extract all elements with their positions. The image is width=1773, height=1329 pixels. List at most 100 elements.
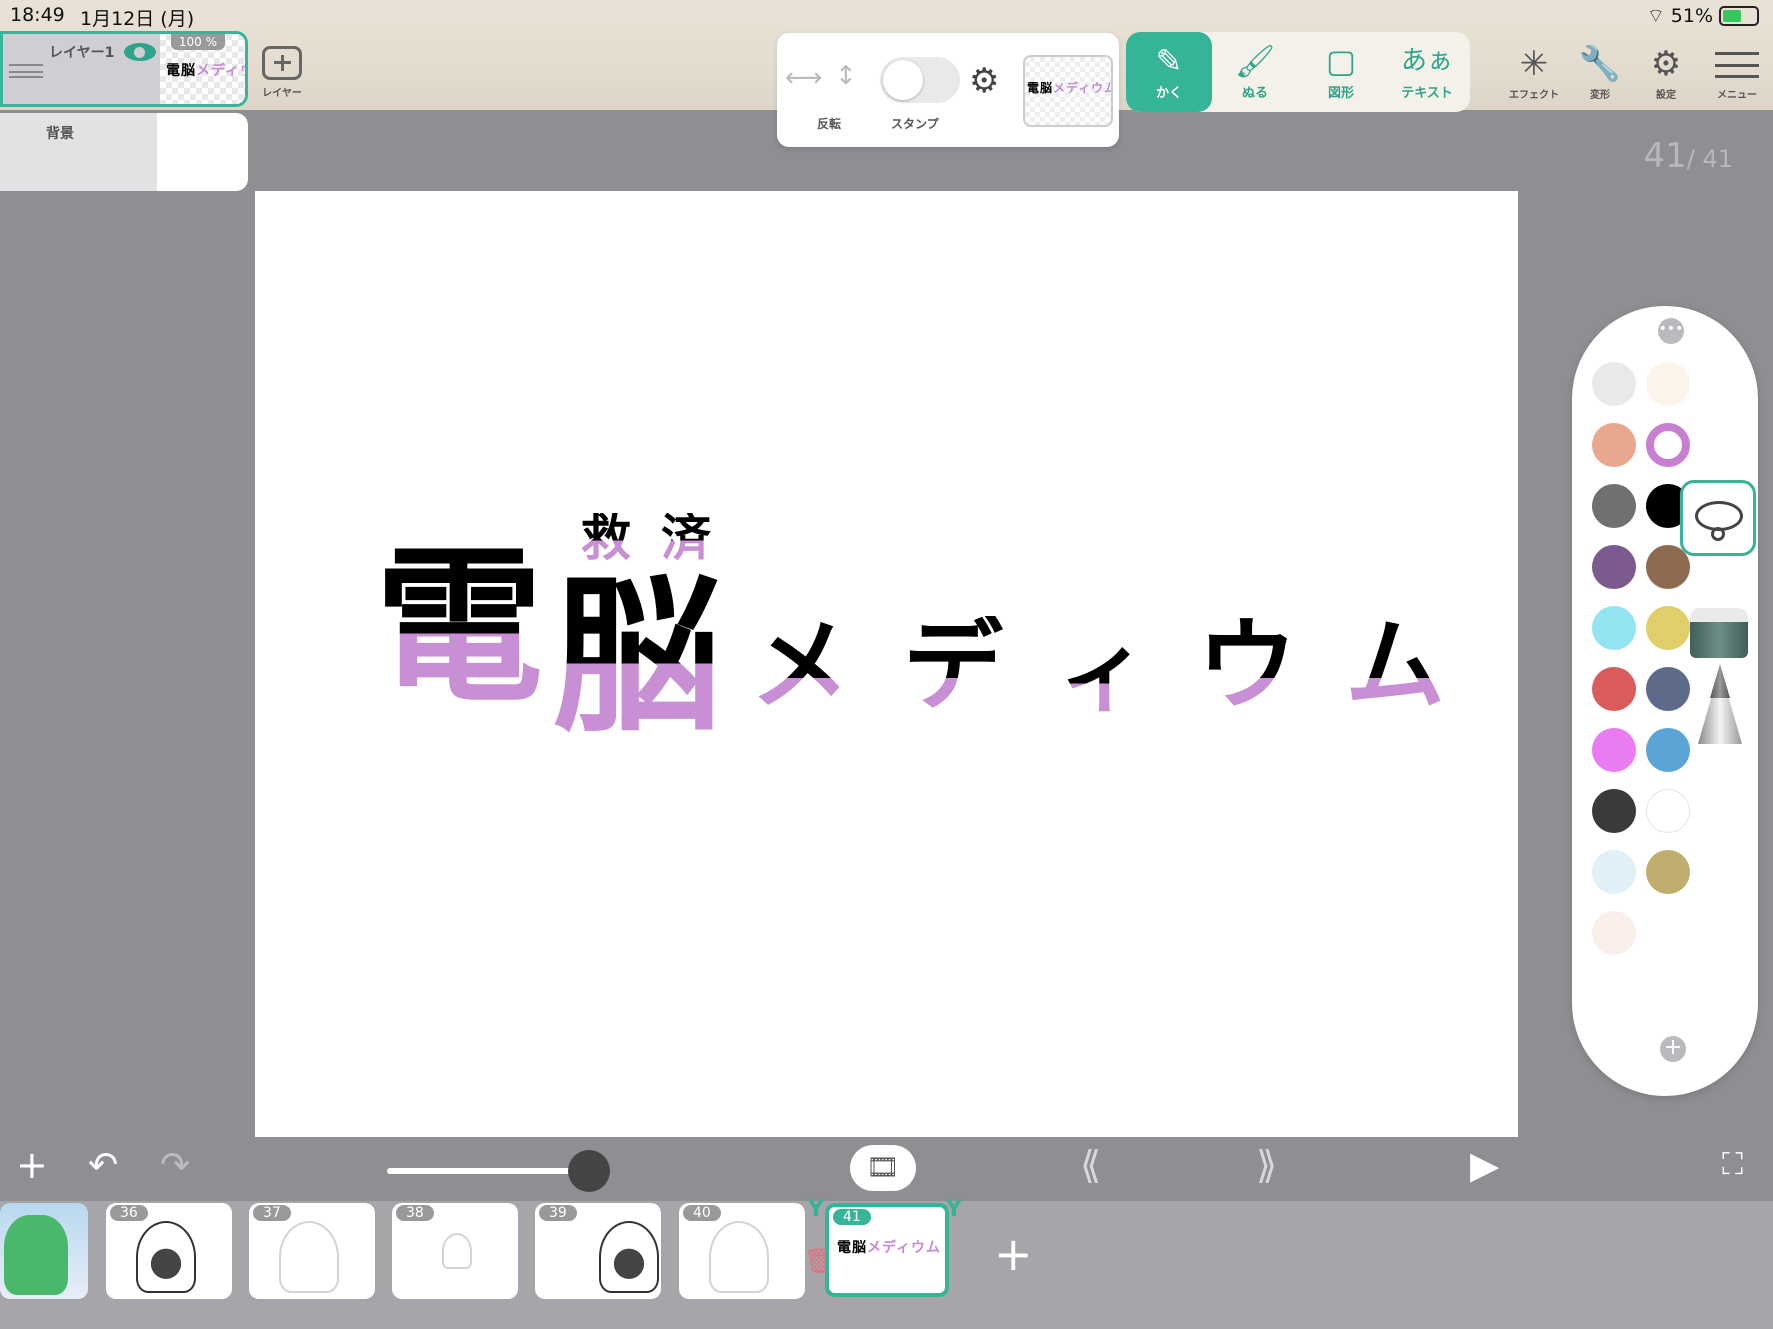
tool-text[interactable]: あぁ テキスト [1384,32,1470,112]
page-counter: 41/ 41 [1643,136,1733,176]
sparkle-icon: ✳ [1519,44,1549,84]
previous-frame-icon[interactable]: ⟪ [1080,1143,1101,1187]
drawing-canvas[interactable]: 救 済 電 脳 メ デ ィ ウ ム [255,191,1518,1137]
flip-vertical-icon[interactable]: ↕ [835,61,857,91]
layer-name: 背景 [46,126,74,142]
add-layer-icon [262,46,302,80]
play-music-icon[interactable]: ▶ [1470,1143,1499,1187]
pen-tool-button[interactable] [1696,664,1744,744]
pen-preview-text: 電脳メディウム [1027,81,1113,95]
shape-icon: ▢ [1325,42,1357,80]
pen-settings-gear-icon[interactable]: ⚙ [969,61,999,101]
menu-button[interactable]: メニュー [1707,44,1767,101]
undo-icon[interactable]: ↶ [88,1145,118,1186]
pen-preview[interactable]: 電脳メディウム [1023,55,1113,127]
layer-row-background[interactable]: 背景 [0,113,248,191]
flip-label: 反転 [817,117,842,131]
effect-label: エフェクト [1509,90,1559,101]
color-swatch[interactable] [1646,423,1690,467]
color-swatch[interactable] [1646,850,1690,894]
layer-thumbnail: 100 % 電脳メディウム [160,34,245,104]
redo-icon[interactable]: ↷ [160,1145,190,1186]
frame-thumbnail-current[interactable]: 41 電脳メディウム [825,1203,949,1297]
color-swatch[interactable] [1592,728,1636,772]
status-date: 1月12日 (月) [80,8,195,30]
tool-shape-label: 図形 [1327,86,1354,101]
title-kana: デ [903,607,1003,724]
layer-row-1[interactable]: レイヤー1 100 % 電脳メディウム [0,31,248,107]
flip-horizontal-icon[interactable]: ⟷ [785,63,822,93]
film-strip-toggle-icon[interactable]: 🎞 [850,1145,916,1191]
add-frame-button[interactable]: + [994,1227,1033,1281]
ruby-char: 済 [661,509,711,567]
title-kana: メ [750,607,850,724]
color-swatch[interactable] [1592,911,1636,955]
color-swatch[interactable] [1592,362,1636,406]
text-icon: あぁ [1400,46,1453,76]
frame-thumbnail[interactable]: 39 [535,1203,661,1299]
status-indicators: ⌔ 51% [1647,4,1759,28]
frame-strip: 36 37 38 39 40 Y 🗑 41 電脳メディウム Y + [0,1197,1773,1329]
battery-percent: 51% [1670,5,1713,27]
pen-nib-icon [1710,664,1730,698]
transform-button[interactable]: 🔧 変形 [1570,44,1630,101]
title-kana: ウ [1197,607,1297,724]
color-swatch[interactable] [1646,789,1690,833]
color-swatch[interactable] [1592,606,1636,650]
add-layer-button[interactable]: レイヤー [258,46,306,99]
eraser-tool-button[interactable] [1690,600,1748,660]
slider-knob[interactable] [568,1150,610,1192]
add-icon[interactable]: + [16,1143,48,1187]
lasso-tool-button[interactable] [1680,480,1756,556]
bottom-toolbar: + ↶ ↷ 🎞 ⟪ ⟫ ▶ ⛶ [0,1137,1773,1201]
color-palette: ••• + [1572,306,1758,1096]
onion-marker-right-icon[interactable]: Y [946,1197,962,1222]
tool-fill[interactable]: 🖌 ぬる [1212,32,1298,112]
onion-marker-left-icon[interactable]: Y [808,1197,824,1222]
color-swatch[interactable] [1592,484,1636,528]
settings-button[interactable]: ⚙ 設定 [1636,44,1696,101]
ruby-char: 救 [581,509,631,567]
title-kana: ム [1345,607,1445,724]
layer-name: レイヤー1 [49,45,115,61]
transform-label: 変形 [1590,90,1610,101]
next-frame-icon[interactable]: ⟫ [1256,1143,1277,1187]
color-swatch[interactable] [1646,606,1690,650]
frame-thumbnail[interactable]: 36 [106,1203,232,1299]
fullscreen-icon[interactable]: ⛶ [1722,1147,1743,1182]
gear-icon: ⚙ [1650,44,1682,84]
wrench-icon: 🔧 [1578,44,1622,84]
visibility-eye-icon[interactable] [124,43,156,61]
color-swatch[interactable] [1592,850,1636,894]
color-swatch[interactable] [1592,423,1636,467]
tool-shape[interactable]: ▢ 図形 [1298,32,1384,112]
color-swatch[interactable] [1592,667,1636,711]
frame-thumbnail[interactable]: 40 [679,1203,805,1299]
tool-fill-label: ぬる [1241,86,1268,101]
title-char-nou: 脳 [553,559,721,755]
layer-panel: レイヤー1 100 % 電脳メディウム 背景 [0,31,248,191]
tool-draw-label: かく [1155,86,1182,101]
color-swatch[interactable] [1646,728,1690,772]
effect-button[interactable]: ✳ エフェクト [1504,44,1564,101]
onion-opacity-slider[interactable] [387,1168,587,1174]
stamp-label: スタンプ [891,117,939,131]
wifi-icon: ⌔ [1646,5,1665,27]
status-time: 18:49 [10,4,65,26]
color-swatch[interactable] [1646,362,1690,406]
frame-thumbnail[interactable]: 38 [392,1203,518,1299]
color-swatch[interactable] [1646,667,1690,711]
drag-handle-icon[interactable] [9,64,43,78]
color-swatch[interactable] [1592,789,1636,833]
color-swatch[interactable] [1592,545,1636,589]
title-kana: ィ [1059,621,1148,724]
pen-options-panel: ⟷ ↕ 反転 スタンプ ⚙ 電脳メディウム [777,33,1119,147]
frame-thumbnail[interactable]: 37 [249,1203,375,1299]
tool-draw[interactable]: ✎ かく [1126,32,1212,112]
frame-thumbnail[interactable] [0,1203,88,1299]
pencil-icon: ✎ [1155,42,1183,80]
stamp-toggle[interactable] [880,57,960,103]
top-toolbar: 18:49 1月12日 (月) ⌔ 51% レイヤー ⟷ ↕ 反転 スタンプ ⚙… [0,0,1773,147]
add-color-button[interactable]: + [1660,1036,1686,1062]
more-options-icon[interactable]: ••• [1658,318,1684,344]
